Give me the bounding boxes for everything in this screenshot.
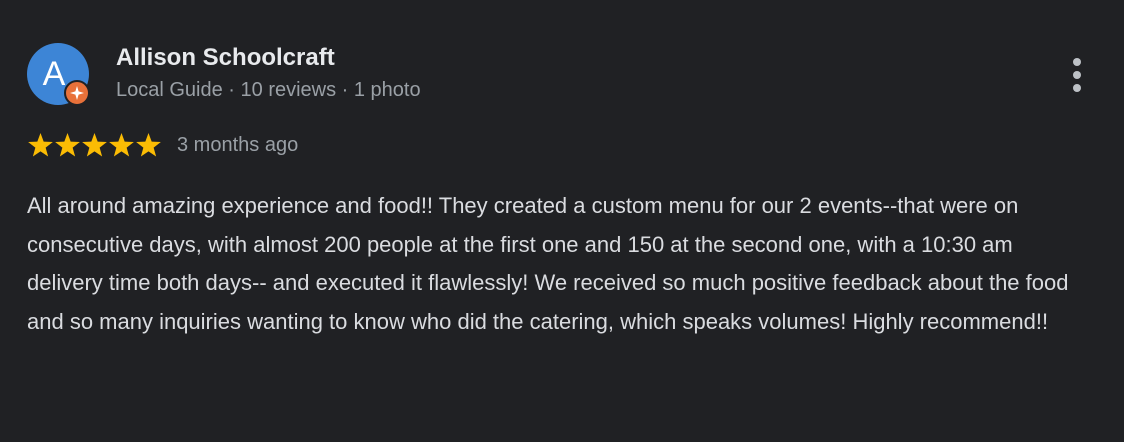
rating-row: 3 months ago [27, 130, 298, 160]
author-name[interactable]: Allison Schoolcraft [116, 44, 335, 72]
star-icon [109, 132, 134, 157]
star-icon [28, 132, 53, 157]
star-icon [82, 132, 107, 157]
more-vertical-icon [1073, 71, 1081, 79]
review-time: 3 months ago [177, 133, 299, 156]
star-icon [136, 132, 161, 157]
more-vertical-icon [1073, 58, 1081, 66]
star-icon [55, 132, 80, 157]
more-vertical-icon [1073, 84, 1081, 92]
review-card: A Allison Schoolcraft Local Guide · 10 r… [0, 0, 1124, 442]
star-rating [27, 132, 162, 159]
review-text: All around amazing experience and food!!… [27, 193, 1069, 334]
author-meta[interactable]: Local Guide · 10 reviews · 1 photo [116, 79, 421, 102]
local-guide-badge-icon [64, 80, 90, 106]
more-options-button[interactable] [1060, 54, 1094, 96]
